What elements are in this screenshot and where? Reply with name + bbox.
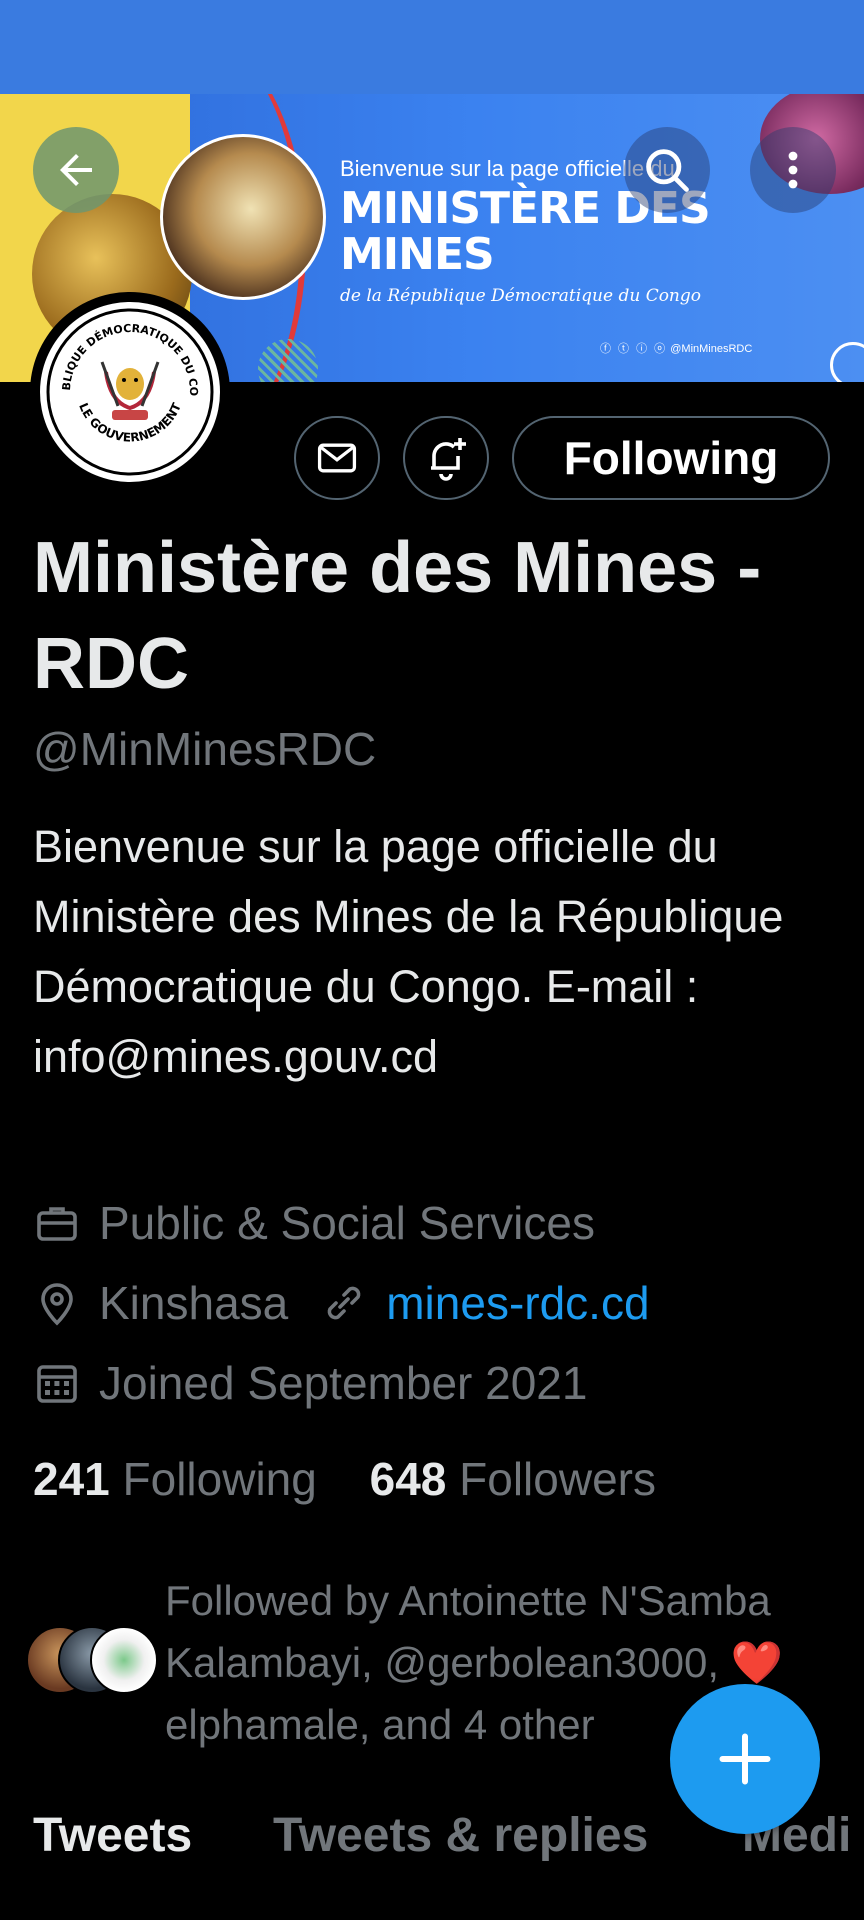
profile-avatar[interactable]: RÉPUBLIQUE DÉMOCRATIQUE DU CONGO LE GOUV…	[30, 292, 230, 492]
profile-bio: Bienvenue sur la page officielle du Mini…	[33, 821, 784, 1082]
search-button[interactable]	[624, 127, 710, 213]
following-count: 241	[33, 1453, 110, 1505]
followed-by-avatars[interactable]	[26, 1626, 158, 1694]
profile-joined-row: Joined September 2021	[33, 1356, 587, 1410]
status-bar	[0, 0, 864, 94]
tab-tweets[interactable]: Tweets	[33, 1808, 192, 1863]
banner-social-handle: ⓕ ⓣ ⓘ ⓞ @MinMinesRDC	[600, 343, 753, 355]
banner-title-line2: MINES	[340, 229, 495, 280]
back-button[interactable]	[33, 127, 119, 213]
more-vertical-icon	[788, 151, 798, 189]
bell-plus-icon	[431, 438, 466, 481]
following-label: Following	[122, 1453, 317, 1505]
profile-category: Public & Social Services	[99, 1197, 595, 1249]
government-seal-image: RÉPUBLIQUE DÉMOCRATIQUE DU CONGO LE GOUV…	[40, 302, 220, 482]
profile-joined: Joined September 2021	[99, 1357, 588, 1409]
profile-category-row: Public & Social Services	[33, 1196, 595, 1250]
profile-location: Kinshasa	[99, 1277, 289, 1329]
following-count-link[interactable]: 241 Following	[33, 1453, 317, 1505]
followers-count-link[interactable]: 648 Followers	[370, 1453, 656, 1505]
notifications-button[interactable]	[403, 416, 489, 500]
link-icon	[327, 1286, 361, 1320]
compose-tweet-button[interactable]	[670, 1684, 820, 1834]
tab-tweets-and-replies[interactable]: Tweets & replies	[273, 1808, 648, 1863]
banner-subtitle: de la République Démocratique du Congo	[340, 286, 702, 306]
calendar-icon	[37, 1365, 77, 1403]
more-options-button[interactable]	[750, 127, 836, 213]
location-pin-icon	[41, 1283, 73, 1326]
profile-location-row: Kinshasa mines-rdc.cd	[33, 1276, 650, 1330]
banner-hand-stone-image	[160, 134, 326, 300]
mail-icon	[317, 443, 357, 473]
message-button[interactable]	[294, 416, 380, 500]
plus-icon	[719, 1733, 771, 1785]
profile-name: Ministère des Mines - RDC	[33, 528, 762, 704]
profile-handle: @MinMinesRDC	[33, 723, 377, 775]
follower-avatar-3	[90, 1626, 158, 1694]
following-button[interactable]: Following	[512, 416, 830, 500]
follow-counts: 241 Following 648 Followers	[33, 1452, 656, 1506]
followers-label: Followers	[459, 1453, 656, 1505]
arrow-left-icon	[60, 154, 92, 186]
briefcase-icon	[37, 1207, 77, 1241]
search-icon	[646, 149, 689, 192]
followers-count: 648	[369, 1453, 447, 1505]
banner-ring-decoration	[830, 342, 864, 382]
profile-website-link[interactable]: mines-rdc.cd	[386, 1276, 649, 1330]
